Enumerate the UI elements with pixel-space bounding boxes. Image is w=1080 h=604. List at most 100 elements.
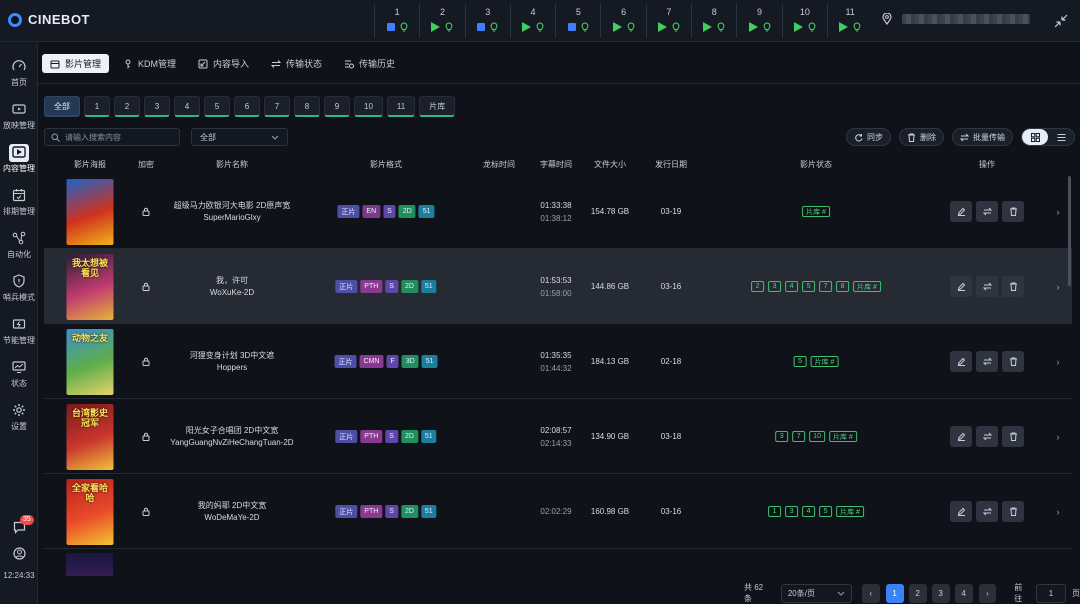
filter-button[interactable]: 全部: [44, 96, 80, 117]
sidebar-item-monitor[interactable]: 状态: [0, 359, 38, 389]
messages-button[interactable]: 35: [0, 515, 38, 534]
sidebar-item-shield[interactable]: 哨兵模式: [0, 273, 38, 303]
filter-button[interactable]: 9: [324, 96, 350, 117]
edit-button[interactable]: [950, 201, 972, 222]
screen-status-6[interactable]: 6: [600, 4, 645, 38]
filter-button[interactable]: 11: [386, 96, 416, 117]
sync-button[interactable]: 同步: [846, 128, 891, 146]
tab-transfer-history[interactable]: 传输历史: [336, 54, 403, 73]
type-select[interactable]: 全部: [191, 128, 288, 146]
search-input[interactable]: [65, 132, 175, 142]
chevron-right-icon[interactable]: ›: [1057, 507, 1060, 517]
chevron-right-icon[interactable]: ›: [1057, 282, 1060, 292]
screen-status-1[interactable]: 1: [374, 4, 419, 38]
transfer-button[interactable]: [976, 276, 998, 297]
film-poster[interactable]: 全家看哈哈: [66, 478, 114, 545]
goto-page-input[interactable]: [1036, 583, 1067, 603]
screen-status-7[interactable]: 7: [645, 4, 691, 38]
next-page-button[interactable]: ›: [978, 583, 997, 603]
sidebar-item-projector[interactable]: 放映管理: [0, 101, 38, 131]
transfer-button[interactable]: [976, 201, 998, 222]
delete-row-button[interactable]: [1002, 351, 1024, 372]
edit-icon: [957, 432, 965, 441]
sidebar-item-energy[interactable]: 节能管理: [0, 316, 38, 346]
edit-button[interactable]: [950, 351, 972, 372]
prev-page-button[interactable]: ‹: [861, 583, 880, 603]
sidebar-item-label: 放映管理: [3, 121, 35, 130]
search-icon: [51, 133, 60, 142]
transfer-button[interactable]: [976, 426, 998, 447]
screen-status-2[interactable]: 2: [419, 4, 464, 38]
filter-button[interactable]: 10: [354, 96, 383, 117]
user-button[interactable]: [0, 547, 38, 560]
table-row[interactable]: 我太想被看见 我，许可 WoXuKe-2D 正片 PTH S 2D 51 01:53:53 01:…: [44, 249, 1072, 324]
filter-button[interactable]: 8: [294, 96, 320, 117]
transfer-button[interactable]: [976, 351, 998, 372]
delete-button[interactable]: 删除: [899, 128, 944, 146]
tab-content-import[interactable]: 内容导入: [190, 54, 257, 73]
film-poster[interactable]: [66, 553, 113, 576]
page-button[interactable]: 2: [908, 583, 927, 603]
screen-status-5[interactable]: 5: [555, 4, 600, 38]
filter-button[interactable]: 5: [204, 96, 230, 117]
filter-button[interactable]: 2: [114, 96, 140, 117]
delete-row-button[interactable]: [1002, 276, 1024, 297]
screen-status-8[interactable]: 8: [691, 4, 736, 38]
screen-status-3[interactable]: 3: [464, 4, 510, 38]
sidebar-item-calendar[interactable]: 排期管理: [0, 187, 38, 217]
page-button[interactable]: 3: [931, 583, 950, 603]
chevron-right-icon[interactable]: ›: [1057, 357, 1060, 367]
chevron-right-icon[interactable]: ›: [1057, 432, 1060, 442]
page-button[interactable]: 1: [885, 583, 904, 603]
sidebar-item-film[interactable]: 内容管理: [0, 144, 38, 174]
filter-button[interactable]: 1: [84, 96, 110, 117]
chevron-right-icon[interactable]: ›: [1057, 207, 1060, 217]
filter-button[interactable]: 3: [144, 96, 170, 117]
filter-button[interactable]: 片库: [419, 96, 456, 117]
list-view-button[interactable]: [1048, 129, 1074, 145]
film-icon: [12, 145, 26, 158]
tab-kdm-management[interactable]: KDM管理: [115, 54, 184, 73]
batch-transfer-button[interactable]: 批量传输: [952, 128, 1013, 146]
release-cell: 03-16: [661, 474, 681, 549]
table-row[interactable]: 全家看哈哈 我的妈耶 2D中文宽 WoDeMaYe-2D 正片 PTH S 2D 51 02:0…: [44, 474, 1072, 549]
film-poster[interactable]: 台湾影史冠军: [66, 403, 114, 470]
page-size-select[interactable]: 20条/页: [780, 583, 852, 603]
subtitle-time-end: 01:58:00: [540, 288, 572, 298]
tab-film-management[interactable]: 影片管理: [42, 54, 110, 73]
delete-row-button[interactable]: [1002, 426, 1024, 447]
page-button[interactable]: 4: [954, 583, 973, 603]
edit-button[interactable]: [950, 426, 972, 447]
edit-button[interactable]: [950, 276, 972, 297]
edit-button[interactable]: [950, 501, 972, 522]
collapse-icon[interactable]: [1054, 14, 1068, 28]
subtitle-time-start: 01:53:53: [540, 275, 572, 285]
sidebar-item-gear[interactable]: 设置: [0, 402, 38, 432]
table-row[interactable]: 超级马力欧银河大电影 2D原声宽 SuperMarioGlxy 正片 EN S 2D 51 0…: [44, 174, 1072, 249]
tab-transfer-status[interactable]: 传输状态: [263, 54, 330, 73]
transfer-button[interactable]: [976, 501, 998, 522]
screen-status-11[interactable]: 11: [826, 4, 872, 38]
search-box[interactable]: [44, 128, 180, 146]
film-poster[interactable]: 我太想被看见: [66, 253, 114, 320]
delete-row-button[interactable]: [1002, 501, 1024, 522]
sidebar-item-flow[interactable]: 自动化: [0, 230, 38, 260]
format-tag: 2D: [398, 205, 416, 218]
screen-status-4[interactable]: 4: [509, 4, 555, 38]
bulb-icon: [808, 21, 816, 31]
film-poster[interactable]: [66, 178, 114, 245]
table-row[interactable]: 动物之友 河狸变身计划 3D中文遮 Hoppers 正片 CMN F 3D 51 01:35:3…: [44, 324, 1072, 399]
filter-button[interactable]: 4: [174, 96, 200, 117]
table-row[interactable]: [44, 549, 1072, 576]
screen-status-9[interactable]: 9: [736, 4, 781, 38]
grid-view-button[interactable]: [1022, 129, 1048, 145]
tab-bar: 影片管理 KDM管理 内容导入 传输状态 传输历史: [42, 54, 403, 73]
table-scrollbar[interactable]: [1068, 176, 1071, 286]
table-row[interactable]: 台湾影史冠军 阳光女子合唱团 2D中文宽 YangGuangNvZiHeChangT…: [44, 399, 1072, 474]
film-poster[interactable]: 动物之友: [66, 328, 114, 395]
sidebar-item-dashboard[interactable]: 首页: [0, 58, 38, 88]
delete-row-button[interactable]: [1002, 201, 1024, 222]
filter-button[interactable]: 6: [234, 96, 260, 117]
filter-button[interactable]: 7: [264, 96, 290, 117]
screen-status-10[interactable]: 10: [781, 4, 827, 38]
